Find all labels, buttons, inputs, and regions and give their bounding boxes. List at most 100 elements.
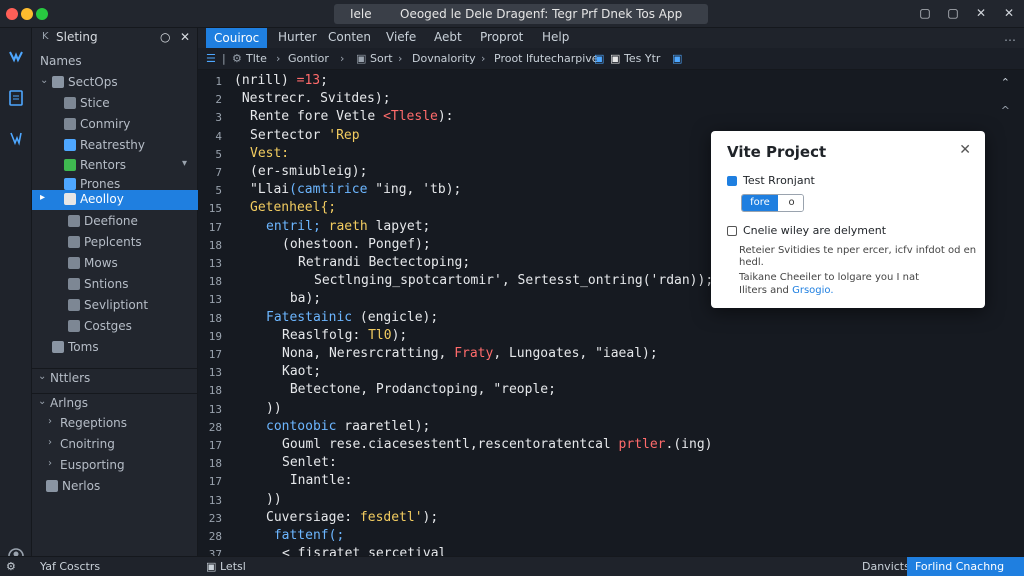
code-line[interactable]: Sertector 'Rep	[250, 128, 360, 143]
code-line[interactable]: Nestrecr. Svitdes);	[234, 91, 391, 106]
code-line[interactable]: Fatestainic (engicle);	[266, 310, 438, 325]
menu-item-viefe[interactable]: Viefe	[386, 30, 416, 44]
code-line[interactable]: Vest:	[250, 146, 289, 161]
settings-icon[interactable]: ⚙	[6, 560, 16, 573]
scroll-up-icon[interactable]: ⌃	[1001, 76, 1010, 89]
chevron-up-icon[interactable]: ^	[1001, 104, 1010, 117]
code-line[interactable]: (nrill) =13;	[234, 73, 328, 88]
option-checkbox[interactable]	[727, 176, 737, 186]
sidebar-item-rentors[interactable]: Rentors ▾	[32, 156, 198, 176]
breadcrumb-item[interactable]: Tlte	[246, 52, 267, 65]
sidebar-item-label: Toms	[68, 340, 99, 354]
sidebar-item-regeptions[interactable]: › Regeptions	[32, 414, 198, 434]
line-number: 5	[215, 147, 222, 161]
code-line[interactable]: Betectone, Prodanctoping, "reople;	[282, 382, 556, 397]
menu-item-conten[interactable]: Conten	[328, 30, 371, 44]
code-line[interactable]: Cuversiage: fesdetl');	[266, 510, 438, 525]
breadcrumb-item[interactable]: Gontior	[288, 52, 329, 65]
sidebar-item-sntions[interactable]: Sntions	[32, 275, 198, 295]
refresh-icon[interactable]: ○	[160, 30, 170, 44]
code-line[interactable]: ))	[266, 492, 282, 507]
code-line[interactable]: Reaslfolg: Tl0);	[282, 328, 407, 343]
code-line[interactable]: (ohestoon. Pongef);	[282, 237, 431, 252]
sidebar-item-sevliptiont[interactable]: Sevliptiont	[32, 296, 198, 316]
sidebar-item-toms[interactable]: Toms	[32, 338, 198, 358]
sidebar-item-aeolloy[interactable]: ▸ Aeolloy	[32, 190, 198, 210]
sidebar-header: K Sleting ○ ✕	[32, 28, 198, 48]
option-checkbox[interactable]	[727, 226, 737, 236]
segment-option-a[interactable]: fore	[742, 195, 778, 211]
window-control-icon[interactable]: ▢	[918, 6, 932, 20]
code-line[interactable]: "Llai(camtirice "ing, 'tb);	[250, 182, 461, 197]
code-line[interactable]: Retrandi Bectectoping;	[298, 255, 470, 270]
code-line[interactable]: contoobic raaretlel);	[266, 419, 430, 434]
code-line[interactable]: entril; raeth lapyet;	[266, 219, 430, 234]
menu-item-proprot[interactable]: Proprot	[480, 30, 523, 44]
file-icon	[68, 278, 80, 290]
list-icon[interactable]: ☰	[206, 52, 216, 65]
code-line[interactable]: (er-smiubleig);	[250, 164, 367, 179]
menu-item-hurter[interactable]: Hurter	[278, 30, 317, 44]
terminal-icon[interactable]: ▣	[206, 560, 216, 573]
sidebar-footer[interactable]: Yaf Cosctrs	[40, 560, 100, 573]
sidebar-section-arlngs[interactable]: ⌄ Arlngs	[32, 393, 198, 413]
code-token: .(ing)	[665, 437, 713, 452]
menu-item-help[interactable]: Help	[542, 30, 569, 44]
sidebar-item-reatresthy[interactable]: Reatresthy	[32, 136, 198, 156]
more-icon[interactable]: …	[1004, 30, 1016, 44]
sidebar-item-conmiry[interactable]: Conmiry	[32, 115, 198, 135]
segmented-control[interactable]: fore o	[741, 194, 804, 212]
breadcrumb-item[interactable]: Proot lfutecharpive	[494, 52, 599, 65]
sidebar-item-sectops[interactable]: ⌄ SectOps	[32, 73, 198, 93]
close-icon[interactable]: ✕	[1002, 6, 1016, 20]
close-icon[interactable]: ✕	[959, 142, 971, 158]
code-line[interactable]: Inantle:	[282, 473, 353, 488]
breadcrumb-item[interactable]: Sort	[370, 52, 393, 65]
sidebar-item-deefione[interactable]: Deefione	[32, 212, 198, 232]
segment-option-b[interactable]: o	[778, 195, 803, 211]
code-token: Getenheel{;	[250, 200, 337, 216]
code-line[interactable]: ba);	[282, 291, 321, 306]
menu-item-aebt[interactable]: Aebt	[434, 30, 462, 44]
code-line[interactable]: Getenheel{;	[250, 200, 336, 215]
breadcrumb-item[interactable]: Dovnalority	[412, 52, 476, 65]
close-window-button[interactable]	[6, 8, 18, 20]
sidebar-item-peplcents[interactable]: Peplcents	[32, 233, 198, 253]
code-line[interactable]: fattenf(;	[266, 528, 344, 543]
sidebar-item-mows[interactable]: Mows	[32, 254, 198, 274]
sidebar-item-nerlos[interactable]: Nerlos	[32, 477, 198, 497]
status-left-text[interactable]: Letsl	[220, 560, 246, 573]
code-token: ))	[266, 491, 282, 507]
minimize-window-button[interactable]	[21, 8, 33, 20]
sidebar-item-cnoitring[interactable]: › Cnoitring	[32, 435, 198, 455]
code-line[interactable]: ))	[266, 401, 282, 416]
chevron-down-icon: ⌄	[38, 371, 47, 382]
code-line[interactable]: < fisratet sercetival	[282, 546, 446, 556]
code-line[interactable]: Sectlnging_spotcartomir', Sertesst_ontri…	[314, 273, 713, 288]
sidebar-section-nttlers[interactable]: ⌄ Nttlers	[32, 368, 198, 388]
status-right-text[interactable]: Danvicts	[862, 560, 910, 573]
close-icon[interactable]: ✕	[974, 6, 988, 20]
file-icon	[64, 178, 76, 190]
maximize-window-button[interactable]	[36, 8, 48, 20]
sidebar-item-costges[interactable]: Costges	[32, 317, 198, 337]
sidebar-item-stice[interactable]: Stice	[32, 94, 198, 114]
extensions-icon[interactable]	[6, 128, 26, 148]
files-icon[interactable]	[6, 88, 26, 108]
status-action-button[interactable]: Forlind Cnachng	[907, 557, 1024, 576]
sidebar-item-eusporting[interactable]: › Eusporting	[32, 456, 198, 476]
code-line[interactable]: Rente fore Vetle <Tlesle):	[250, 109, 454, 124]
sidebar-item-names[interactable]: Names	[32, 52, 198, 72]
close-icon[interactable]: ✕	[180, 30, 190, 44]
breadcrumb-item[interactable]: Tes Ytr	[624, 52, 660, 65]
file-icon	[64, 139, 76, 151]
code-line[interactable]: Senlet:	[282, 455, 337, 470]
code-line[interactable]: Nona, Neresrcratting, Fraty, Lungoates, …	[282, 346, 658, 361]
menu-item-couiroc[interactable]: Couiroc	[206, 28, 268, 48]
code-line[interactable]: Gouml rese.ciacesestentl,rescentoratentc…	[282, 437, 712, 452]
window-control-icon[interactable]: ▢	[946, 6, 960, 20]
dialog-link[interactable]: Grsogio.	[792, 285, 833, 296]
code-line[interactable]: Kaot;	[282, 364, 321, 379]
explorer-icon[interactable]	[6, 46, 26, 66]
code-token: (ohestoon. Pongef);	[282, 236, 431, 252]
